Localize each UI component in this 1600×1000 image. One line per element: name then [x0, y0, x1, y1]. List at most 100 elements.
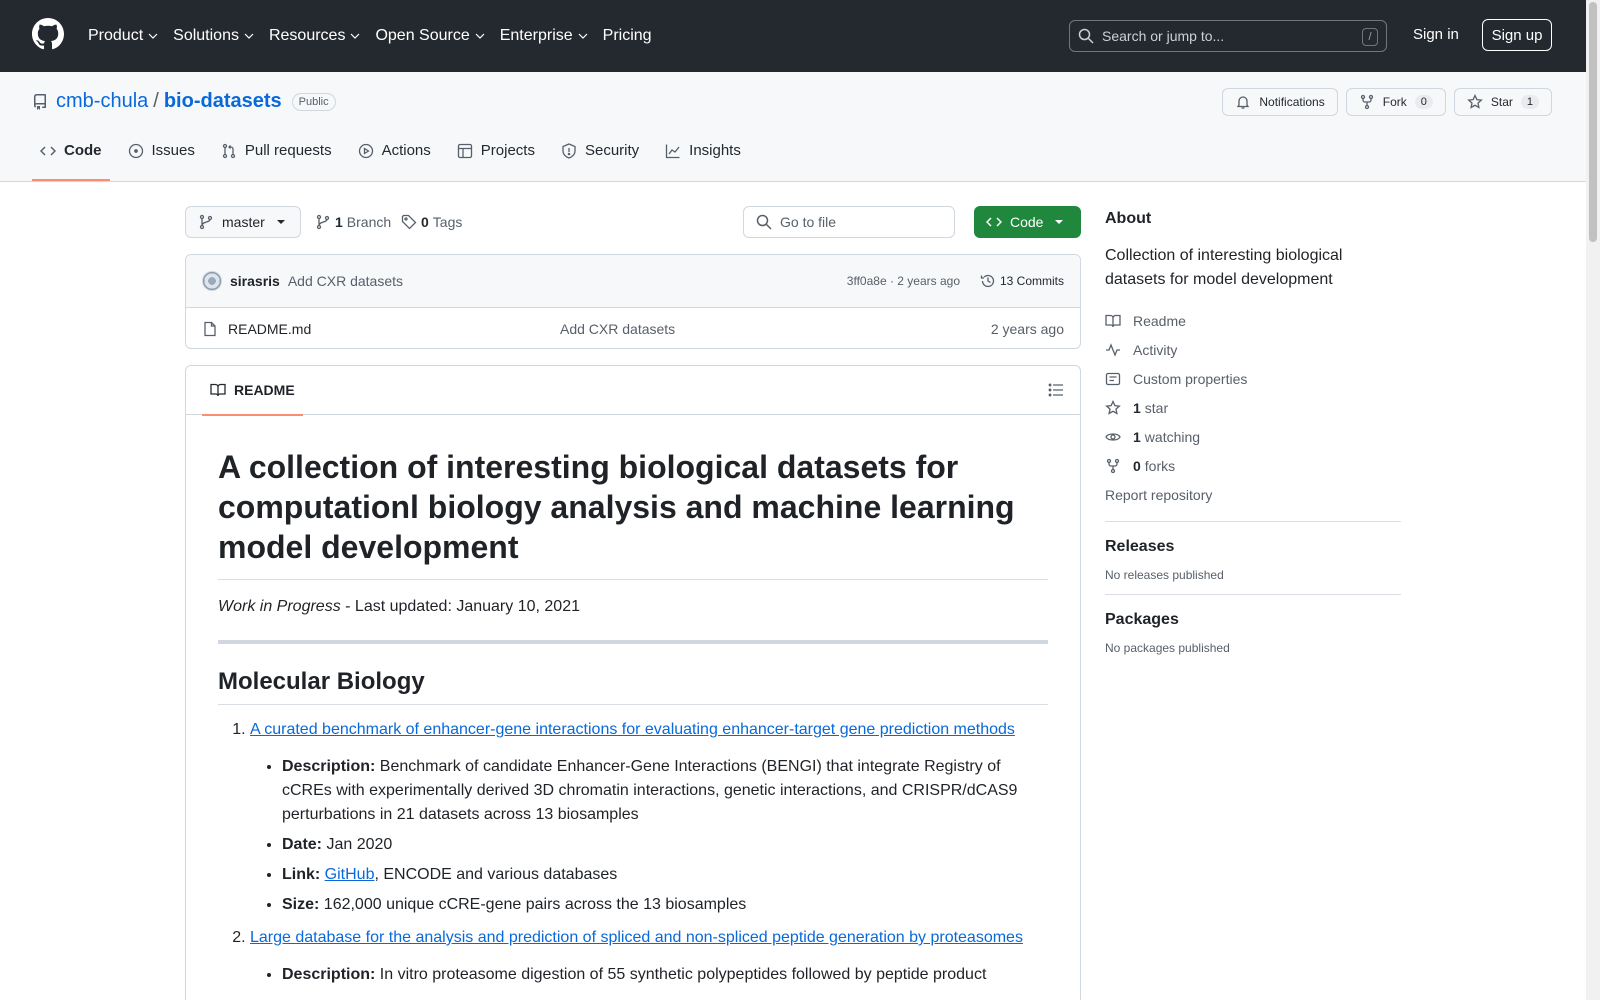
tab-pull-requests[interactable]: Pull requests [213, 142, 340, 171]
detail-value: In vitro proteasome digestion of 55 synt… [375, 966, 987, 983]
sign-in-link[interactable]: Sign in [1413, 26, 1459, 43]
repo-actions: Notifications Fork 0 Star 1 [1222, 88, 1552, 116]
tab-pull-requests-label: Pull requests [244, 142, 332, 159]
scrollbar-thumb[interactable] [1589, 2, 1597, 242]
activity-link[interactable]: Activity [1105, 335, 1401, 364]
forks-link[interactable]: 0 forks [1105, 451, 1401, 480]
nav-product[interactable]: Product [88, 24, 158, 48]
stars-link[interactable]: 1 star [1105, 393, 1401, 422]
search-shortcut-key: / [1362, 28, 1378, 46]
releases-heading[interactable]: Releases [1105, 538, 1401, 556]
tab-insights[interactable]: Insights [657, 142, 749, 171]
chevron-down-icon [148, 33, 158, 39]
watchers-link[interactable]: 1 watching [1105, 422, 1401, 451]
list-item: Description: In vitro proteasome digesti… [282, 963, 1048, 987]
branch-select-button[interactable]: master [185, 206, 301, 238]
github-link[interactable]: GitHub [325, 866, 375, 883]
eye-icon [1105, 432, 1121, 441]
latest-commit-row: sirasris Add CXR datasets 3ff0a8e · 2 ye… [186, 255, 1080, 308]
tab-issues-label: Issues [151, 142, 195, 159]
file-name-link[interactable]: README.md [228, 321, 311, 337]
readme-content: A collection of interesting biological d… [186, 415, 1080, 1000]
nav-solutions[interactable]: Solutions [173, 24, 254, 48]
tab-actions[interactable]: Actions [350, 142, 439, 171]
dataset-link[interactable]: Large database for the analysis and pred… [250, 929, 1023, 946]
repo-owner-link[interactable]: cmb-chula [56, 90, 148, 113]
star-icon [1105, 399, 1121, 415]
packages-heading[interactable]: Packages [1105, 611, 1401, 629]
repo-name-link[interactable]: bio-datasets [164, 90, 282, 113]
star-button[interactable]: Star 1 [1453, 88, 1552, 116]
avatar[interactable] [202, 271, 222, 291]
activity-link-label: Activity [1133, 341, 1178, 358]
watching-label: watching [1144, 428, 1201, 445]
tags-link[interactable]: 0 Tags [401, 214, 462, 230]
readme-header: README [186, 366, 1080, 416]
nav-open-source-label: Open Source [375, 27, 470, 44]
nav-pricing[interactable]: Pricing [603, 24, 652, 48]
about-sidebar: About Collection of interesting biologic… [1105, 210, 1401, 655]
go-to-file-placeholder: Go to file [780, 214, 837, 230]
readme-link[interactable]: Readme [1105, 306, 1401, 335]
file-toolbar: master 1 Branch 0 Tags Go to file Code [185, 206, 1081, 238]
nav-enterprise[interactable]: Enterprise [500, 24, 588, 48]
no-packages-text: No packages published [1105, 641, 1230, 655]
global-search-input[interactable]: Search or jump to... / [1069, 20, 1387, 52]
go-to-file-input[interactable]: Go to file [743, 206, 955, 238]
commit-author-link[interactable]: sirasris [230, 273, 280, 289]
commits-link[interactable]: 13 Commits [980, 273, 1064, 289]
nav-open-source[interactable]: Open Source [375, 24, 485, 48]
commits-count: 13 Commits [999, 274, 1064, 288]
custom-properties-link[interactable]: Custom properties [1105, 364, 1401, 393]
page-scrollbar[interactable] [1586, 0, 1600, 1000]
visibility-badge: Public [291, 92, 336, 111]
repo-icon [33, 93, 46, 110]
detail-label: Description: [282, 966, 376, 983]
search-placeholder: Search or jump to... [1102, 28, 1225, 44]
tab-readme[interactable]: README [202, 366, 303, 416]
repo-header: cmb-chula / bio-datasets Public Notifica… [0, 72, 1586, 182]
github-logo-icon[interactable] [32, 18, 64, 50]
pull-request-icon [222, 143, 236, 158]
star-label: Star [1490, 95, 1513, 109]
notifications-button[interactable]: Notifications [1222, 88, 1338, 116]
nav-resources[interactable]: Resources [269, 24, 360, 48]
pulse-icon [1106, 342, 1120, 357]
caret-down-icon [276, 220, 285, 224]
tab-security[interactable]: Security [553, 142, 647, 171]
chevron-down-icon [475, 33, 485, 39]
fork-button[interactable]: Fork 0 [1345, 88, 1446, 116]
file-commit-message-link[interactable]: Add CXR datasets [560, 321, 675, 337]
list-unordered-icon[interactable] [1048, 382, 1064, 398]
file-icon [204, 321, 216, 336]
sign-up-button[interactable]: Sign up [1482, 19, 1552, 51]
branches-link[interactable]: 1 Branch [315, 214, 391, 230]
detail-label: Description: [282, 758, 376, 775]
detail-label: Size: [282, 896, 320, 913]
issue-icon [128, 143, 143, 158]
tab-code[interactable]: Code [32, 142, 110, 181]
book-icon [210, 383, 226, 397]
dataset-link[interactable]: A curated benchmark of enhancer-gene int… [250, 721, 1015, 738]
list-item: Date: Jan 2020 [282, 833, 1048, 857]
tab-projects[interactable]: Projects [449, 142, 543, 171]
code-icon [986, 217, 1002, 227]
report-repository-link[interactable]: Report repository [1105, 480, 1401, 509]
tab-security-label: Security [584, 142, 640, 159]
table-row: README.md Add CXR datasets 2 years ago [186, 308, 1080, 348]
file-list: sirasris Add CXR datasets 3ff0a8e · 2 ye… [185, 254, 1081, 349]
star-count: 1 [1520, 95, 1539, 109]
section-heading: Molecular Biology [218, 668, 1048, 705]
forks-label: forks [1144, 457, 1176, 474]
play-circle-icon [358, 143, 373, 158]
tab-issues[interactable]: Issues [120, 142, 203, 171]
fork-count: 0 [1414, 95, 1433, 109]
readme-link-label: Readme [1133, 312, 1186, 329]
table-icon [457, 143, 472, 158]
commit-message-link[interactable]: Add CXR datasets [288, 273, 403, 289]
tag-icon [401, 214, 417, 230]
tab-code-label: Code [64, 142, 102, 159]
code-download-button[interactable]: Code [974, 206, 1081, 238]
forks-count: 0 [1133, 457, 1141, 474]
star-icon [1467, 94, 1483, 109]
